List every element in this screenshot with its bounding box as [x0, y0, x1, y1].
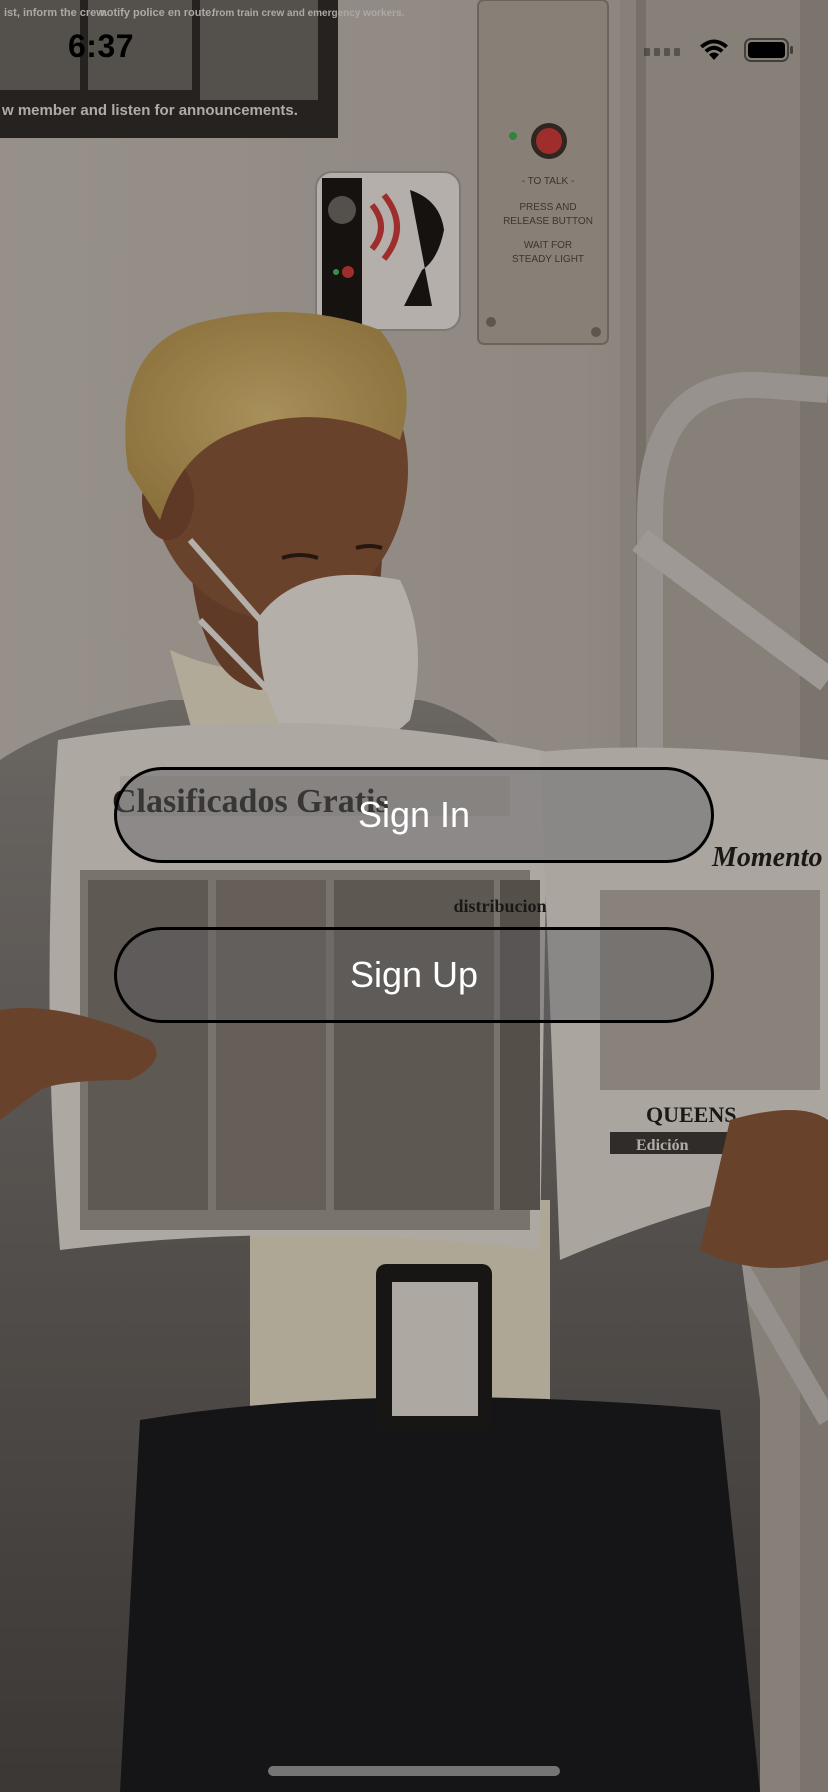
status-icons — [644, 36, 794, 64]
cellular-signal-icon — [644, 48, 680, 56]
status-time: 6:37 — [68, 28, 135, 64]
dim-overlay — [0, 0, 828, 1792]
welcome-screen: ist, inform the crew. notify police en r… — [0, 0, 828, 1792]
battery-icon — [744, 38, 793, 62]
sign-in-button[interactable]: Sign In — [114, 767, 714, 863]
wifi-icon — [700, 39, 728, 60]
status-bar: 6:37 — [0, 0, 828, 100]
sign-up-button[interactable]: Sign Up — [114, 927, 714, 1023]
home-indicator[interactable] — [268, 1766, 560, 1776]
